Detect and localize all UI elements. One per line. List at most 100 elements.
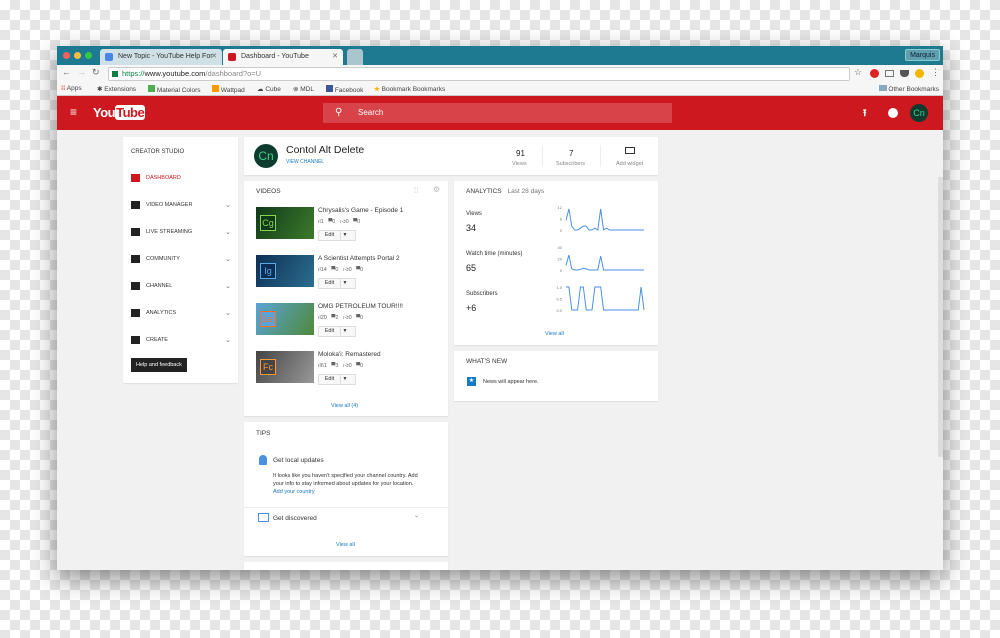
edit-button[interactable]: Edit ▼ [318, 326, 356, 337]
sidebar-item-live-streaming[interactable]: LIVE STREAMING ⌄ [131, 228, 231, 236]
add-widget-button[interactable]: Add widget [616, 161, 643, 167]
edit-button[interactable]: Edit ▼ [318, 374, 356, 385]
sidebar-item-label: CHANNEL [146, 283, 173, 289]
avatar[interactable]: Cn [910, 104, 928, 122]
whats-new-card: WHAT'S NEW ★ News will appear here. [454, 351, 658, 401]
profile-button[interactable]: Marquis [905, 49, 940, 61]
sidebar-item-label: VIDEO MANAGER [146, 202, 193, 208]
sidebar-item-label: LIVE STREAMING [146, 229, 193, 235]
settings-gear-icon[interactable]: ⚙ [433, 185, 440, 194]
drag-handle-icon[interactable]: ⁞⁞ [414, 186, 418, 195]
sidebar-item-community[interactable]: COMMUNITY ⌄ [131, 255, 231, 263]
whats-new-title: WHAT'S NEW [466, 358, 508, 365]
chevron-down-icon[interactable]: ⌄ [225, 282, 231, 290]
dropdown-arrow-icon[interactable]: ▼ [343, 376, 348, 382]
analytics-card: ANALYTICS Last 28 days Views 34 12 6 0 Watch … [454, 181, 658, 345]
bookmarks-bar: ⁞⁞ Apps ✱ Extensions Material Colors Wat… [57, 83, 943, 96]
videos-card: VIDEOS ⁞⁞ ⚙ Cg Chrysalis's Game - Episod… [244, 181, 448, 416]
sidebar-item-create[interactable]: CREATE ⌄ [131, 336, 231, 344]
view-all-analytics-link[interactable]: View all [545, 331, 564, 337]
search-input[interactable]: ⚲ Search [323, 103, 672, 123]
app-logo: Le [260, 311, 276, 327]
dropdown-arrow-icon[interactable]: ▼ [343, 328, 348, 334]
next-card [244, 562, 448, 570]
pocket-icon[interactable] [900, 70, 909, 77]
upload-icon[interactable]: ⭱ [863, 106, 867, 123]
tab-dashboard[interactable]: Dashboard - YouTube ✕ [223, 49, 343, 65]
bookmark-apps[interactable]: ⁞⁞ Apps [61, 85, 82, 92]
discover-icon [258, 513, 269, 522]
channel-avatar[interactable]: Cn [254, 144, 278, 168]
bookmark-mdl[interactable]: ⊗ MDL [293, 85, 314, 93]
tab-help[interactable]: New Topic - YouTube Help For ✕ [100, 49, 222, 65]
edit-button[interactable]: Edit ▼ [318, 278, 356, 289]
sidebar-item-analytics[interactable]: ANALYTICS ⌄ [131, 309, 231, 317]
add-widget-icon[interactable] [625, 147, 635, 154]
hamburger-menu-icon[interactable]: ≡ [70, 105, 77, 119]
create-icon [131, 336, 140, 344]
extension-icon[interactable] [870, 69, 879, 78]
video-title[interactable]: Chrysalis's Game - Episode 1 [318, 207, 403, 214]
help-favicon-icon [105, 53, 113, 61]
address-bar[interactable]: https://www.youtube.com/dashboard?o=U [108, 67, 850, 81]
get-discovered-title[interactable]: Get discovered [273, 515, 317, 522]
scrollbar[interactable] [938, 177, 943, 457]
chevron-down-icon[interactable]: ⌄ [225, 201, 231, 209]
forward-icon[interactable]: → [77, 67, 86, 77]
video-title[interactable]: Moloka'i: Remastered [318, 351, 381, 358]
video-thumbnail[interactable]: Ig [256, 255, 314, 287]
chevron-down-icon[interactable]: ⌄ [225, 228, 231, 236]
bookmark-extensions[interactable]: ✱ Extensions [97, 85, 136, 93]
help-feedback-button[interactable]: Help and feedback [131, 358, 187, 372]
back-icon[interactable]: ← [62, 67, 71, 77]
edit-button[interactable]: Edit ▼ [318, 230, 356, 241]
sidebar-item-label: DASHBOARD [146, 175, 181, 181]
extension-star-icon[interactable] [915, 69, 924, 78]
bookmark-bookmarks[interactable]: ★ Bookmark Bookmarks [374, 85, 445, 93]
video-thumbnail[interactable]: Le [256, 303, 314, 335]
chevron-down-icon[interactable]: ⌄ [225, 255, 231, 263]
dropdown-arrow-icon[interactable]: ▼ [343, 280, 348, 286]
view-all-videos-link[interactable]: View all (4) [331, 403, 358, 409]
youtube-logo[interactable]: YouTube [93, 105, 146, 120]
chevron-down-icon[interactable]: ⌄ [225, 336, 231, 344]
video-title[interactable]: OMG PETROLEUM TOUR!!!! [318, 303, 403, 310]
expand-chevron-icon[interactable]: ⌄ [414, 512, 419, 519]
app-logo: Ig [260, 263, 276, 279]
star-icon[interactable]: ☆ [854, 67, 862, 78]
tick-label: 6 [560, 217, 563, 222]
dropdown-arrow-icon[interactable]: ▼ [343, 232, 348, 238]
youtube-header: ≡ YouTube ⚲ Search ⭱ Cn [57, 96, 943, 130]
reload-icon[interactable]: ↻ [92, 67, 100, 78]
videos-title: VIDEOS [256, 188, 281, 195]
close-tab-icon[interactable]: ✕ [332, 49, 338, 65]
subscribers-label: Subscribers [556, 161, 586, 167]
sparkline-series [565, 208, 644, 231]
new-tab-button[interactable] [347, 49, 363, 65]
close-window-button[interactable] [63, 52, 70, 59]
video-thumbnail[interactable]: Fc [256, 351, 314, 383]
sidebar-item-channel[interactable]: CHANNEL ⌄ [131, 282, 231, 290]
video-thumbnail[interactable]: Cg [256, 207, 314, 239]
maximize-window-button[interactable] [85, 52, 92, 59]
close-tab-icon[interactable]: ✕ [211, 49, 217, 65]
other-bookmarks[interactable]: Other Bookmarks [878, 85, 939, 93]
sidebar-item-dashboard[interactable]: DASHBOARD [131, 174, 231, 182]
view-channel-link[interactable]: VIEW CHANNEL [286, 159, 324, 165]
tick-label: 0.5 [556, 297, 562, 302]
bookmark-facebook[interactable]: Facebook [326, 85, 363, 94]
video-title[interactable]: A Scientist Attempts Portal 2 [318, 255, 400, 262]
cast-icon[interactable] [885, 70, 894, 77]
notifications-icon[interactable] [888, 108, 898, 118]
metric-label: Subscribers [466, 291, 498, 297]
bookmark-cube[interactable]: ☁ Cube [257, 85, 281, 93]
view-all-tips-link[interactable]: View all [336, 542, 355, 548]
sidebar-item-video-manager[interactable]: VIDEO MANAGER ⌄ [131, 201, 231, 209]
add-country-link[interactable]: Add your country [273, 489, 315, 495]
sidebar-item-label: ANALYTICS [146, 310, 177, 316]
bookmark-material-colors[interactable]: Material Colors [148, 85, 201, 94]
minimize-window-button[interactable] [74, 52, 81, 59]
menu-dots-icon[interactable]: ⋮ [931, 67, 940, 78]
bookmark-wattpad[interactable]: Wattpad [212, 85, 245, 94]
chevron-down-icon[interactable]: ⌄ [225, 309, 231, 317]
